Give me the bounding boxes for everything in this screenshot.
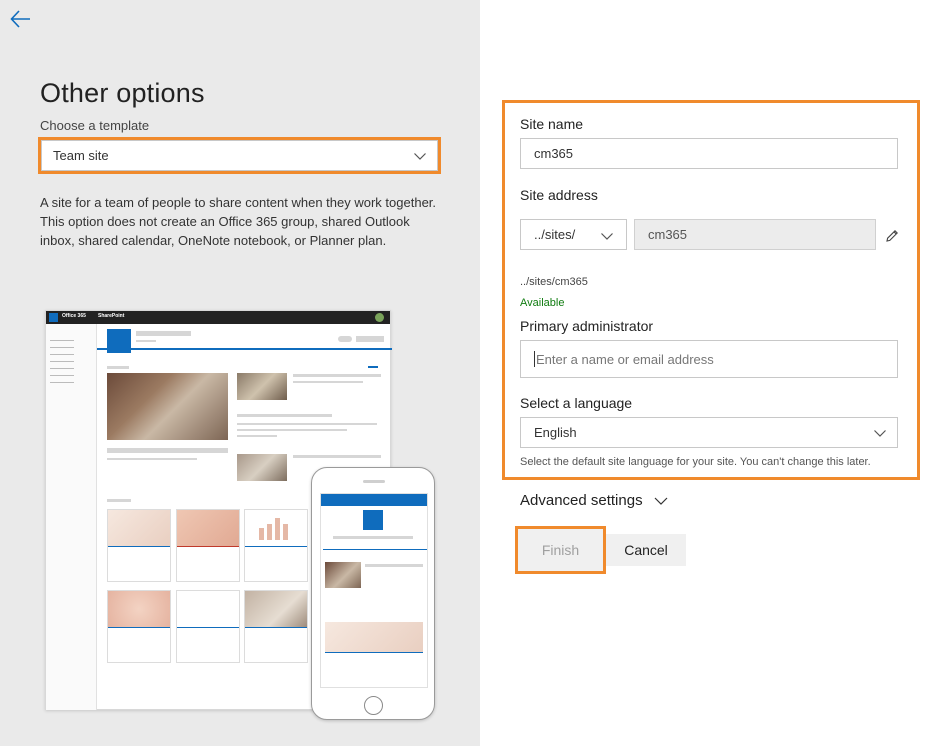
preview-card bbox=[176, 509, 240, 582]
preview-avatar bbox=[375, 313, 384, 322]
site-address-label: Site address bbox=[520, 187, 598, 203]
preview-card bbox=[176, 590, 240, 663]
availability-status: Available bbox=[520, 297, 565, 309]
preview-news-image-2 bbox=[237, 454, 287, 481]
template-label: Choose a template bbox=[40, 118, 150, 133]
arrow-left-icon bbox=[10, 10, 30, 28]
finish-button[interactable]: Finish bbox=[515, 526, 606, 574]
cancel-button[interactable]: Cancel bbox=[606, 534, 686, 566]
preview-app-name: Office 365 bbox=[62, 313, 86, 319]
address-prefix-dropdown[interactable]: ../sites/ bbox=[520, 219, 627, 250]
address-preview: ../sites/cm365 bbox=[520, 276, 588, 288]
site-name-input[interactable]: cm365 bbox=[520, 138, 898, 169]
back-button[interactable] bbox=[8, 6, 34, 32]
edit-pencil-icon[interactable] bbox=[884, 228, 900, 244]
preview-product-name: SharePoint bbox=[98, 313, 125, 319]
preview-header-rule bbox=[97, 348, 392, 350]
language-label: Select a language bbox=[520, 395, 633, 411]
chevron-down-icon bbox=[654, 497, 668, 505]
admin-input[interactable]: Enter a name or email address bbox=[520, 340, 898, 378]
preview-hero-image bbox=[107, 373, 228, 440]
preview-suite-bar: Office 365 SharePoint bbox=[46, 311, 390, 324]
site-name-label: Site name bbox=[520, 116, 584, 132]
template-description: A site for a team of people to share con… bbox=[40, 195, 437, 248]
preview-left-nav bbox=[46, 324, 97, 710]
text-cursor bbox=[534, 351, 535, 367]
language-dropdown[interactable]: English bbox=[520, 417, 898, 448]
site-address-input: cm365 bbox=[634, 219, 876, 250]
chevron-down-icon bbox=[601, 233, 613, 240]
template-value: Team site bbox=[53, 148, 109, 163]
waffle-icon bbox=[49, 313, 58, 322]
template-preview-mobile bbox=[311, 467, 435, 720]
language-hint: Select the default site language for you… bbox=[520, 456, 871, 468]
preview-card bbox=[107, 509, 171, 582]
preview-news-image-1 bbox=[237, 373, 287, 400]
admin-label: Primary administrator bbox=[520, 318, 654, 334]
preview-card bbox=[244, 509, 308, 582]
template-dropdown[interactable]: Team site bbox=[38, 137, 441, 174]
chevron-down-icon bbox=[414, 153, 426, 160]
preview-card bbox=[244, 590, 308, 663]
advanced-settings-toggle[interactable]: Advanced settings bbox=[520, 492, 669, 509]
phone-screen bbox=[320, 493, 428, 688]
preview-card bbox=[107, 590, 171, 663]
phone-home-button bbox=[364, 696, 383, 715]
page-title: Other options bbox=[40, 78, 205, 108]
chevron-down-icon bbox=[874, 430, 886, 437]
